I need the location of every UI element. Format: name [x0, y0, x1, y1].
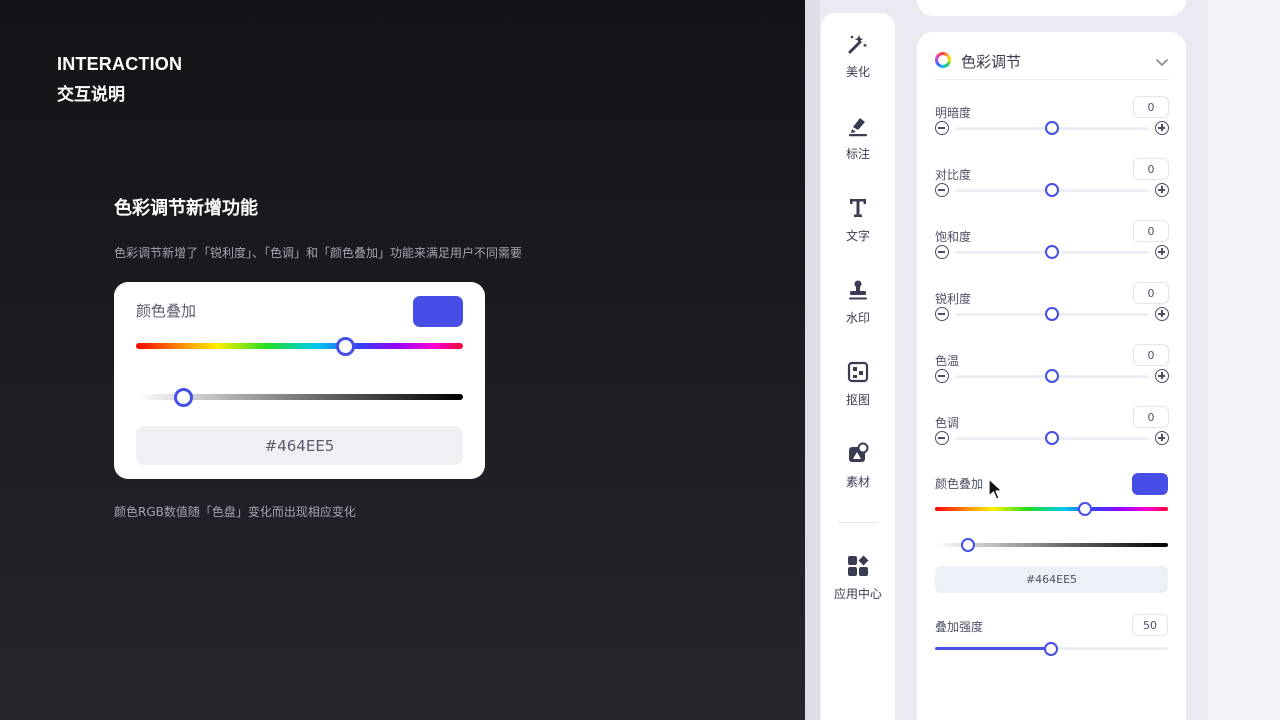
- adjustment-row: 饱和度 0: [935, 220, 1169, 274]
- app-edge: [805, 0, 820, 720]
- color-wheel-icon: [935, 52, 951, 68]
- adjustment-row: 明暗度 0: [935, 96, 1169, 150]
- adjustment-slider-thumb[interactable]: [1045, 245, 1059, 259]
- tool-cutout[interactable]: 抠图: [821, 359, 895, 408]
- adjustment-slider-thumb[interactable]: [1045, 431, 1059, 445]
- color-adjust-panel: 色彩调节 明暗度 0 对比度 0 饱和度 0 锐利度 0 色温 0 色调 0 颜色叠加 #464EE5…: [917, 32, 1186, 720]
- minus-circle-icon[interactable]: [935, 245, 949, 259]
- plus-circle-icon[interactable]: [1155, 121, 1169, 135]
- heading-cn: 交互说明: [57, 85, 125, 105]
- tool-label: 抠图: [845, 393, 870, 407]
- adjustment-value-field[interactable]: 0: [1133, 344, 1169, 366]
- adjustment-value-field[interactable]: 0: [1133, 96, 1169, 118]
- adjustment-label: 锐利度: [935, 292, 972, 306]
- stamp-icon: [845, 277, 871, 303]
- tool-material[interactable]: 素材: [821, 441, 895, 490]
- adjustment-slider-thumb[interactable]: [1045, 369, 1059, 383]
- panel-divider: [935, 79, 1169, 80]
- adjustment-label: 饱和度: [935, 230, 972, 244]
- magic-wand-icon: [845, 31, 871, 57]
- overlay-color-swatch[interactable]: [1132, 473, 1168, 495]
- heading-en: INTERACTION: [57, 54, 183, 74]
- adjustment-value-field[interactable]: 0: [1133, 158, 1169, 180]
- adjustment-row: 色调 0: [935, 406, 1169, 460]
- cutout-icon: [845, 359, 871, 385]
- overlay-label: 颜色叠加: [935, 477, 984, 491]
- adjustment-value-field[interactable]: 0: [1133, 406, 1169, 428]
- overlay-hue-slider-thumb[interactable]: [1078, 502, 1092, 516]
- plus-circle-icon[interactable]: [1155, 369, 1169, 383]
- app-right-margin: [1208, 0, 1280, 720]
- mouse-pointer-icon: [988, 478, 1004, 502]
- adjustment-label: 色调: [935, 416, 960, 430]
- color-overlay-demo-card: 颜色叠加 #464EE5: [114, 282, 485, 479]
- previous-panel-card: [917, 0, 1186, 16]
- tool-label: 素材: [845, 475, 870, 489]
- app-center-icon: [845, 553, 871, 579]
- tool-watermark[interactable]: 水印: [821, 277, 895, 326]
- feature-title: 色彩调节新增功能: [114, 198, 258, 219]
- demo-lightness-slider-thumb[interactable]: [174, 388, 193, 407]
- material-icon: [845, 441, 871, 467]
- overlay-hue-slider[interactable]: [935, 507, 1168, 511]
- demo-hue-slider-thumb[interactable]: [336, 337, 355, 356]
- overlay-lightness-slider-thumb[interactable]: [961, 538, 975, 552]
- demo-hue-slider[interactable]: [136, 343, 463, 349]
- tool-annotate[interactable]: 标注: [821, 113, 895, 162]
- adjustment-row: 锐利度 0: [935, 282, 1169, 336]
- toolbar-divider: [838, 522, 878, 523]
- plus-circle-icon[interactable]: [1155, 183, 1169, 197]
- demo-hex-field[interactable]: #464EE5: [136, 426, 463, 465]
- adjustment-slider-thumb[interactable]: [1045, 121, 1059, 135]
- adjustment-row: 色温 0: [935, 344, 1169, 398]
- tool-beautify[interactable]: 美化: [821, 31, 895, 80]
- tool-label: 水印: [845, 311, 870, 325]
- intensity-slider-thumb[interactable]: [1044, 642, 1058, 656]
- adjustment-label: 对比度: [935, 168, 972, 182]
- adjustment-slider-thumb[interactable]: [1045, 183, 1059, 197]
- plus-circle-icon[interactable]: [1155, 431, 1169, 445]
- side-toolbar: 美化 标注 文字 水印 抠图 素材 应用中心: [821, 13, 895, 720]
- intensity-value-field[interactable]: 50: [1132, 614, 1168, 636]
- chevron-down-icon[interactable]: [1155, 54, 1169, 68]
- adjustment-label: 明暗度: [935, 106, 972, 120]
- minus-circle-icon[interactable]: [935, 431, 949, 445]
- feature-description: 色彩调节新增了「锐利度」、「色调」和「颜色叠加」功能来满足用户不同需要: [114, 246, 523, 260]
- tool-label: 文字: [845, 229, 870, 243]
- demo-overlay-label: 颜色叠加: [136, 302, 197, 320]
- overlay-hex-field[interactable]: #464EE5: [935, 566, 1168, 593]
- adjustment-row: 对比度 0: [935, 158, 1169, 212]
- tool-label: 美化: [845, 65, 870, 79]
- tool-label: 应用中心: [833, 587, 882, 601]
- adjustment-value-field[interactable]: 0: [1133, 220, 1169, 242]
- marker-icon: [845, 113, 871, 139]
- adjustment-slider-thumb[interactable]: [1045, 307, 1059, 321]
- panel-title: 色彩调节: [961, 53, 1022, 71]
- minus-circle-icon[interactable]: [935, 121, 949, 135]
- plus-circle-icon[interactable]: [1155, 307, 1169, 321]
- minus-circle-icon[interactable]: [935, 307, 949, 321]
- text-icon: [845, 195, 871, 221]
- minus-circle-icon[interactable]: [935, 183, 949, 197]
- tool-label: 标注: [845, 147, 870, 161]
- tool-app-center[interactable]: 应用中心: [821, 553, 895, 602]
- plus-circle-icon[interactable]: [1155, 245, 1169, 259]
- intensity-slider-fill: [935, 647, 1052, 650]
- minus-circle-icon[interactable]: [935, 369, 949, 383]
- demo-color-swatch[interactable]: [413, 296, 463, 327]
- adjustment-value-field[interactable]: 0: [1133, 282, 1169, 304]
- tool-text[interactable]: 文字: [821, 195, 895, 244]
- adjustment-label: 色温: [935, 354, 960, 368]
- feature-footnote: 颜色RGB数值随「色盘」变化而出现相应变化: [114, 505, 356, 519]
- intensity-label: 叠加强度: [935, 620, 984, 634]
